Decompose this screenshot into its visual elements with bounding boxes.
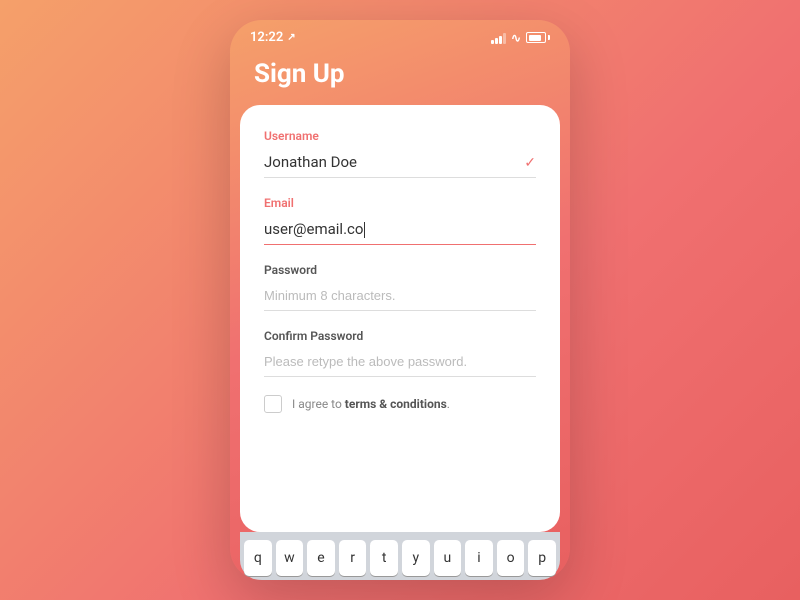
key-y[interactable]: y	[402, 540, 430, 576]
password-label: Password	[264, 263, 536, 277]
email-label: Email	[264, 196, 536, 210]
keyboard-row: qwertyuiop	[240, 532, 560, 580]
key-t[interactable]: t	[370, 540, 398, 576]
email-input-wrapper[interactable]: user@email.co	[264, 214, 536, 245]
time-display: 12:22	[250, 30, 283, 45]
text-cursor	[364, 222, 365, 238]
signal-icon	[491, 32, 506, 44]
key-w[interactable]: w	[276, 540, 304, 576]
username-label: Username	[264, 129, 536, 143]
key-r[interactable]: r	[339, 540, 367, 576]
password-field-group: Password	[264, 263, 536, 311]
terms-checkbox[interactable]	[264, 395, 282, 413]
password-input-wrapper[interactable]	[264, 281, 536, 311]
terms-row[interactable]: I agree to terms & conditions.	[264, 395, 536, 413]
password-input[interactable]	[264, 281, 536, 311]
confirm-password-input-wrapper[interactable]	[264, 347, 536, 377]
page-title: Sign Up	[230, 51, 570, 105]
key-u[interactable]: u	[434, 540, 462, 576]
form-card: Username Jonathan Doe ✓ Email user@email…	[240, 105, 560, 532]
wifi-icon: ∿	[511, 31, 521, 45]
key-p[interactable]: p	[528, 540, 556, 576]
terms-text: I agree to terms & conditions.	[292, 397, 450, 411]
terms-link[interactable]: terms & conditions	[345, 397, 447, 411]
status-icons: ∿	[491, 31, 550, 45]
key-i[interactable]: i	[465, 540, 493, 576]
username-display[interactable]: Jonathan Doe	[264, 147, 536, 178]
username-field-group: Username Jonathan Doe ✓	[264, 129, 536, 178]
username-input-wrapper[interactable]: Jonathan Doe ✓	[264, 147, 536, 178]
key-o[interactable]: o	[497, 540, 525, 576]
confirm-password-input[interactable]	[264, 347, 536, 377]
battery-icon	[526, 32, 550, 43]
phone-frame: 12:22 ↗ ∿ Sign Up Username	[230, 20, 570, 580]
key-q[interactable]: q	[244, 540, 272, 576]
key-e[interactable]: e	[307, 540, 335, 576]
username-valid-icon: ✓	[524, 155, 536, 171]
location-icon: ↗	[287, 32, 295, 43]
email-display[interactable]: user@email.co	[264, 214, 536, 245]
confirm-password-field-group: Confirm Password	[264, 329, 536, 377]
email-value: user@email.co	[264, 220, 363, 238]
confirm-password-label: Confirm Password	[264, 329, 536, 343]
status-bar: 12:22 ↗ ∿	[230, 20, 570, 51]
status-time: 12:22 ↗	[250, 30, 296, 45]
email-field-group: Email user@email.co	[264, 196, 536, 245]
